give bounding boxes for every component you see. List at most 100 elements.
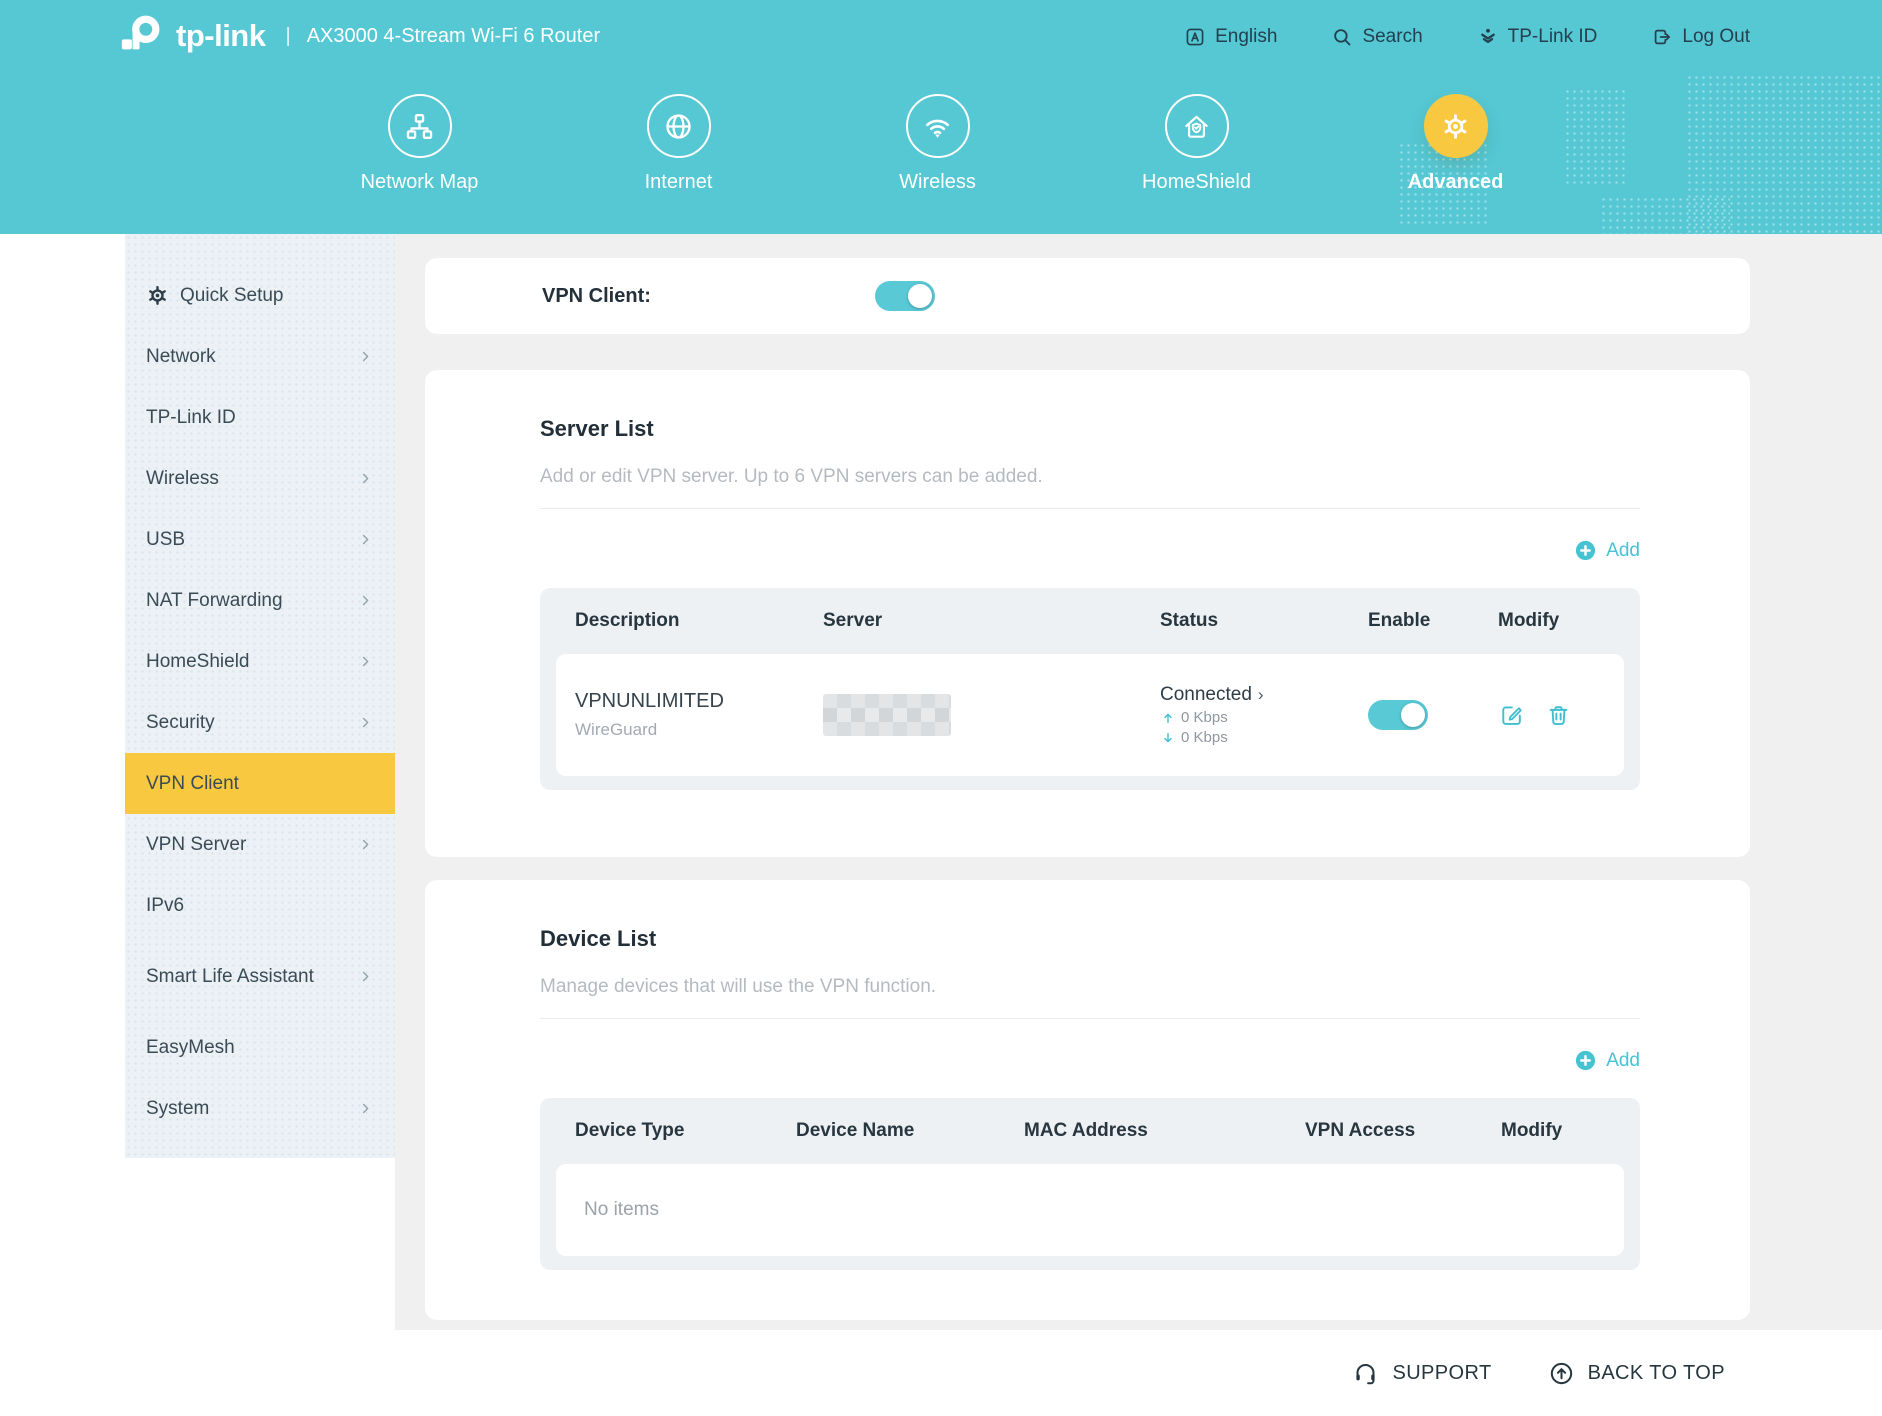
device-add-row: Add [540, 1049, 1640, 1072]
column-header: MAC Address [1024, 1120, 1305, 1142]
tab-label: HomeShield [1142, 171, 1251, 194]
sidebar-item-nat-forwarding[interactable]: NAT Forwarding [125, 570, 395, 631]
tab-network-map[interactable]: Network Map [290, 94, 549, 194]
connection-status-link[interactable]: Connected › [1160, 684, 1368, 706]
sidebar-item-label: IPv6 [146, 894, 184, 918]
sidebar-item-security[interactable]: Security [125, 692, 395, 753]
add-icon [1574, 1049, 1597, 1072]
logout-icon [1651, 26, 1673, 48]
download-rate-value: 0 Kbps [1181, 729, 1228, 746]
vpn-client-toggle-card: VPN Client: [425, 258, 1750, 334]
upload-arrow-icon [1160, 710, 1176, 726]
search-icon [1331, 26, 1353, 48]
sidebar-item-label: USB [146, 528, 185, 552]
toplink-search[interactable]: Search [1331, 26, 1422, 48]
server-list-title: Server List [540, 416, 1640, 442]
chevron-right-icon [358, 593, 373, 608]
server-address-cell [823, 694, 1160, 736]
sidebar-item-homeshield[interactable]: HomeShield [125, 631, 395, 692]
quick-setup-icon [146, 284, 169, 307]
upload-rate-value: 0 Kbps [1181, 709, 1228, 726]
tab-homeshield[interactable]: HomeShield [1067, 94, 1326, 194]
server-enable-toggle[interactable] [1368, 700, 1428, 730]
sidebar-item-quick-setup[interactable]: Quick Setup [125, 265, 395, 326]
back-to-top-button[interactable]: BACK TO TOP [1548, 1360, 1725, 1387]
chevron-right-icon [358, 1101, 373, 1116]
edit-icon[interactable] [1498, 702, 1525, 729]
device-table: Device TypeDevice NameMAC AddressVPN Acc… [540, 1098, 1640, 1270]
support-button[interactable]: SUPPORT [1352, 1360, 1491, 1387]
server-row: VPNUNLIMITED WireGuard Connected › [556, 654, 1624, 776]
upload-rate: 0 Kbps [1160, 709, 1368, 726]
column-header: Device Type [575, 1120, 796, 1142]
sidebar-item-tplink-id[interactable]: TP-Link ID [125, 387, 395, 448]
column-header: Device Name [796, 1120, 1024, 1142]
toggle-knob [1401, 703, 1425, 727]
app-header: tp-link | AX3000 4-Stream Wi-Fi 6 Router… [0, 0, 1882, 234]
sidebar-item-vpn-client[interactable]: VPN Client [125, 753, 395, 814]
column-header: Modify [1498, 610, 1620, 632]
sidebar-item-usb[interactable]: USB [125, 509, 395, 570]
tab-wireless[interactable]: Wireless [808, 94, 1067, 194]
add-server-label: Add [1606, 540, 1640, 562]
server-status-cell: Connected › 0 Kbps 0 Kbps [1160, 654, 1368, 776]
vpn-client-label: VPN Client: [542, 285, 875, 308]
device-list-subtitle: Manage devices that will use the VPN fun… [540, 976, 1640, 998]
sidebar-item-label: Network [146, 345, 216, 369]
page: tp-link | AX3000 4-Stream Wi-Fi 6 Router… [0, 0, 1882, 1416]
tab-circle [906, 94, 970, 158]
chevron-right-icon [358, 471, 373, 486]
tab-advanced[interactable]: Advanced [1326, 94, 1585, 194]
sidebar-item-label: Security [146, 711, 215, 735]
sidebar-item-vpn-server[interactable]: VPN Server [125, 814, 395, 875]
language-icon [1184, 26, 1206, 48]
internet-icon [662, 110, 695, 143]
delete-icon[interactable] [1545, 702, 1572, 729]
download-arrow-icon [1160, 730, 1176, 746]
tab-label: Advanced [1408, 171, 1504, 194]
back-to-top-label: BACK TO TOP [1588, 1362, 1725, 1385]
top-links: English Search TP-Link ID Log Out [1184, 0, 1750, 74]
vpn-client-toggle[interactable] [875, 281, 935, 311]
sidebar-item-network[interactable]: Network [125, 326, 395, 387]
tplink-logo-icon [118, 13, 164, 59]
sidebar-item-ipv6[interactable]: IPv6 [125, 875, 395, 936]
tab-label: Network Map [361, 171, 479, 194]
server-table-header: DescriptionServerStatusEnableModify [540, 588, 1640, 654]
sidebar-item-label: Wireless [146, 467, 219, 491]
toggle-knob [908, 284, 932, 308]
column-header: Description [575, 610, 823, 632]
advanced-icon [1439, 110, 1472, 143]
server-table-body: VPNUNLIMITED WireGuard Connected › [556, 654, 1624, 776]
server-address-redacted [823, 694, 951, 736]
toplink-tplink-id[interactable]: TP-Link ID [1477, 26, 1598, 48]
toplink-language[interactable]: English [1184, 26, 1277, 48]
sidebar-item-easymesh[interactable]: EasyMesh [125, 1017, 395, 1078]
sidebar-item-label: System [146, 1097, 209, 1121]
sidebar-item-system[interactable]: System [125, 1078, 395, 1139]
sidebar-item-label: VPN Client [146, 772, 239, 796]
add-icon [1574, 539, 1597, 562]
add-device-button[interactable]: Add [1574, 1049, 1640, 1072]
toplink-label: TP-Link ID [1508, 26, 1598, 48]
headset-icon [1352, 1360, 1379, 1387]
sidebar-item-label: Quick Setup [180, 284, 284, 308]
tab-internet[interactable]: Internet [549, 94, 808, 194]
server-list-card: Server List Add or edit VPN server. Up t… [425, 370, 1750, 857]
toplink-logout[interactable]: Log Out [1651, 26, 1750, 48]
header-pattern [1600, 196, 1730, 234]
toplink-label: English [1215, 26, 1277, 48]
server-modify-cell [1498, 702, 1572, 729]
footer: SUPPORT BACK TO TOP [0, 1330, 1882, 1416]
server-add-row: Add [540, 539, 1640, 562]
server-protocol: WireGuard [575, 720, 823, 740]
network-map-icon [403, 110, 436, 143]
server-list-subtitle: Add or edit VPN server. Up to 6 VPN serv… [540, 466, 1640, 488]
sidebar-item-label: TP-Link ID [146, 406, 236, 430]
sidebar-item-wireless[interactable]: Wireless [125, 448, 395, 509]
sidebar-item-smart-life-assistant[interactable]: Smart Life Assistant [125, 936, 395, 1017]
tab-label: Wireless [899, 171, 976, 194]
connection-status: Connected [1160, 684, 1252, 706]
add-server-button[interactable]: Add [1574, 539, 1640, 562]
tab-circle [647, 94, 711, 158]
